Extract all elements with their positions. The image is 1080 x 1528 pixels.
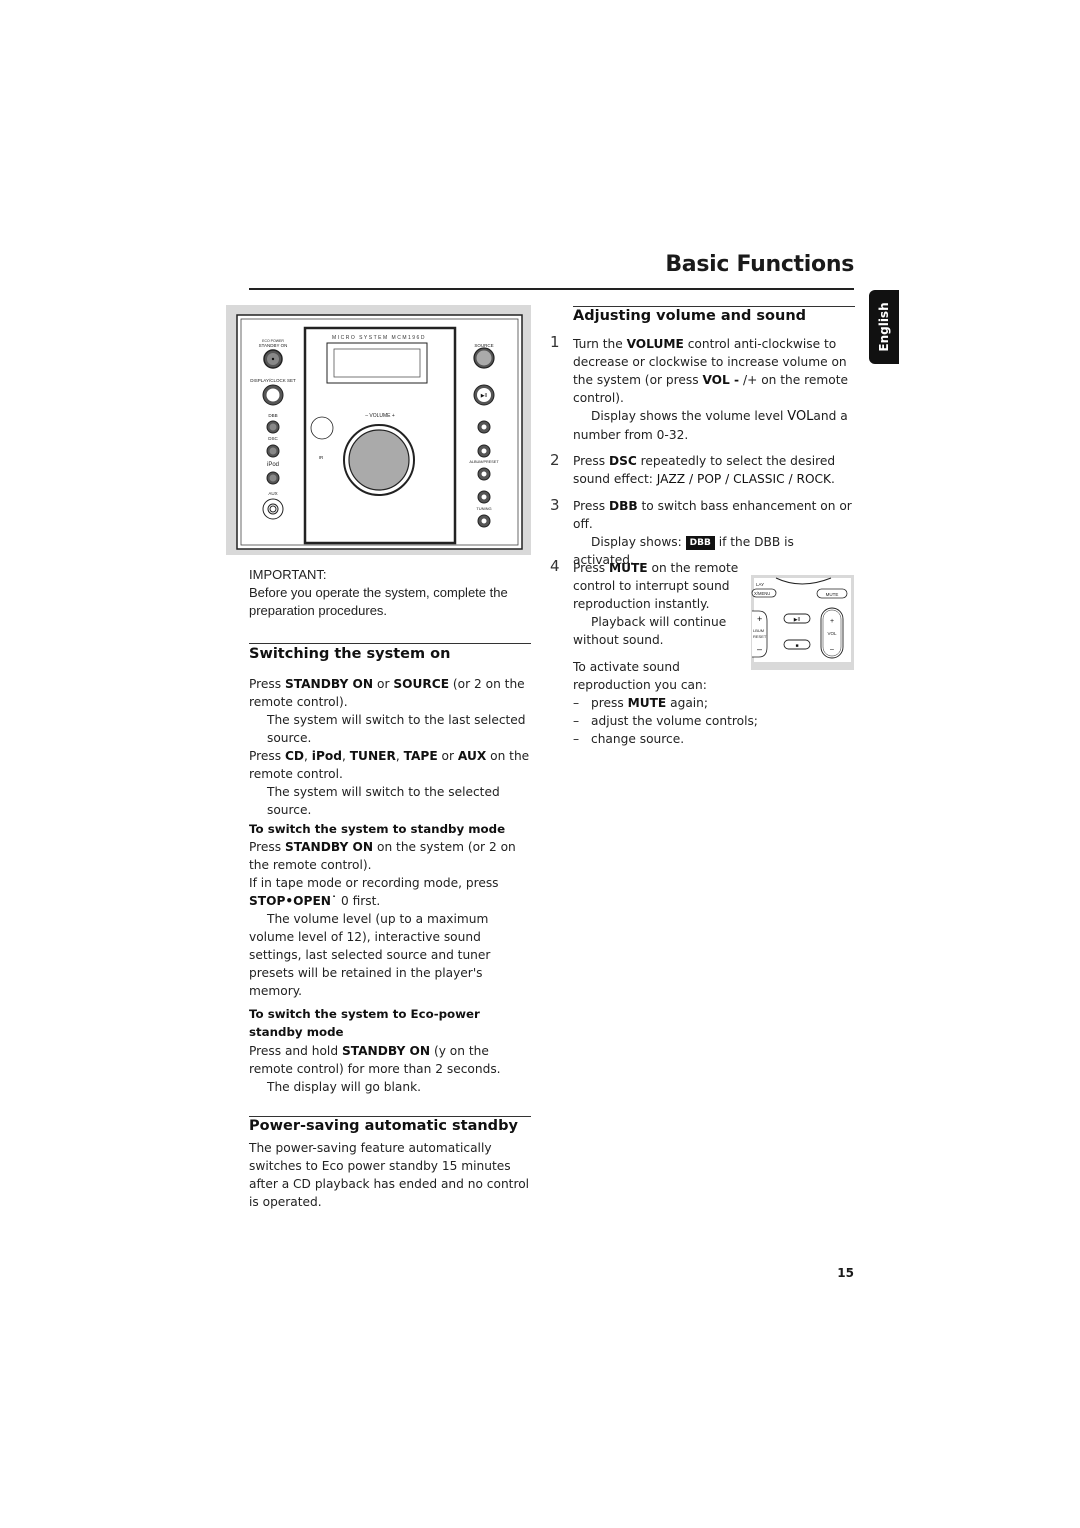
switching-on-p3: Press CD, iPod, TUNER, TAPE or AUX on th… [249, 749, 530, 781]
play-pause-icon: ▶II [481, 393, 488, 399]
important-note: IMPORTANT: Before you operate the system… [249, 566, 531, 620]
activate-intro: To activate sound reproduction you can: [573, 660, 707, 692]
standby-p4: The volume level (up to a maximum volume… [249, 912, 491, 998]
model-label: MICRO SYSTEM MCM196D [332, 335, 426, 341]
remote-vol-plus: + [830, 618, 834, 625]
title-divider [249, 288, 854, 290]
standby-body: Press STANDBY ON on the system (or 2 on … [249, 838, 531, 1000]
volume-step-2: Press DSC repeatedly to select the desir… [573, 454, 836, 486]
dsc-label: DSC [268, 436, 278, 441]
remote-play-pause-icon: ▶II [794, 617, 801, 623]
dbb-label: DBB [268, 413, 277, 418]
section-divider [249, 643, 531, 644]
standby-p1: Press STANDBY ON on the system (or 2 on … [249, 840, 516, 872]
dbb-display-badge: DBB [685, 536, 715, 550]
display-clock-set-label: DISPLAY/CLOCK SET [250, 378, 296, 383]
standby-p2: If in tape mode or recording mode, press [249, 876, 499, 890]
aux-label: AUX [268, 491, 277, 496]
volume-step-1-note: Display shows the volume level VOLand a … [573, 409, 848, 442]
page-title: Basic Functions [665, 252, 854, 277]
important-text: Before you operate the system, complete … [249, 585, 508, 618]
remote-preset-label: RESET [753, 634, 767, 639]
volume-step-1: Turn the VOLUME control anti-clockwise t… [573, 335, 855, 444]
section-divider [249, 1116, 531, 1117]
step-number: 2 [550, 451, 560, 469]
remote-album-minus: – [757, 644, 762, 654]
switching-on-p1: Press STANDBY ON or SOURCE (or 2 on the … [249, 677, 525, 709]
album-preset-label: ALBUM/PRESET [469, 460, 499, 464]
language-tab-label: English [877, 302, 891, 352]
remote-control-illustration: LAY X/MENU MUTE + LBUM RESET – ▶II ■ + V… [751, 575, 854, 670]
language-tab: English [869, 290, 899, 364]
remote-menu-label: X/MENU [754, 591, 770, 596]
power-saving-heading: Power-saving automatic standby [249, 1118, 518, 1134]
remote-drawing: LAY X/MENU MUTE + LBUM RESET – ▶II ■ + V… [751, 577, 851, 662]
remote-vol-label: VOL [827, 631, 837, 636]
eco-standby-heading: To switch the system to Eco-power standb… [249, 1007, 480, 1039]
volume-step-4: Press MUTE on the remote control to inte… [573, 561, 739, 647]
tuning-label: TUNING [476, 506, 491, 511]
activate-list: press MUTE again; adjust the volume cont… [573, 694, 855, 748]
list-item: change source. [573, 730, 855, 748]
standby-on-label: STANDBY ON [259, 343, 288, 348]
volume-heading: Adjusting volume and sound [573, 308, 807, 324]
activate-sound: To activate sound reproduction you can: … [573, 658, 855, 748]
important-label: IMPORTANT: [249, 567, 327, 582]
switching-on-p2: The system will switch to the last selec… [267, 713, 526, 745]
remote-stop-icon: ■ [795, 643, 798, 649]
sound-effects-list: JAZZ / POP / CLASSIC / ROCK [656, 472, 832, 486]
remote-album-plus: + [757, 614, 762, 624]
device-drawing: MICRO SYSTEM MCM196D IR – VOLUME + ECO P… [236, 314, 523, 550]
switching-on-p4: The system will switch to the selected s… [267, 785, 500, 817]
standby-p3: STOP•OPEN˙ 0 first. [249, 894, 381, 908]
ipod-label: iPod [267, 462, 279, 468]
page-number: 15 [837, 1266, 854, 1280]
remote-play-label: LAY [756, 582, 764, 587]
remote-mute-button-label: MUTE [826, 592, 839, 597]
standby-heading: To switch the system to standby mode [249, 822, 506, 836]
remote-vol-minus: – [830, 646, 834, 653]
switching-on-heading: Switching the system on [249, 646, 451, 662]
step-number: 4 [550, 557, 560, 575]
eco-standby-p1: Press and hold STANDBY ON (y on the remo… [249, 1044, 501, 1076]
power-saving-text: The power-saving feature automatically s… [249, 1141, 530, 1209]
device-front-panel-illustration: MICRO SYSTEM MCM196D IR – VOLUME + ECO P… [226, 305, 531, 555]
step-number: 1 [550, 333, 560, 351]
eco-standby-body: Press and hold STANDBY ON (y on the remo… [249, 1042, 531, 1096]
volume-label: – VOLUME + [365, 413, 395, 419]
remote-album-label: LBUM [753, 628, 764, 633]
ir-label: IR [319, 455, 324, 460]
list-item: adjust the volume controls; [573, 712, 855, 730]
section-divider [573, 306, 855, 307]
list-item: press MUTE again; [573, 694, 855, 712]
switching-on-body: Press STANDBY ON or SOURCE (or 2 on the … [249, 675, 531, 819]
source-label: SOURCE [474, 343, 493, 348]
eco-standby-p2: The display will go blank. [267, 1080, 422, 1094]
step-number: 3 [550, 496, 560, 514]
